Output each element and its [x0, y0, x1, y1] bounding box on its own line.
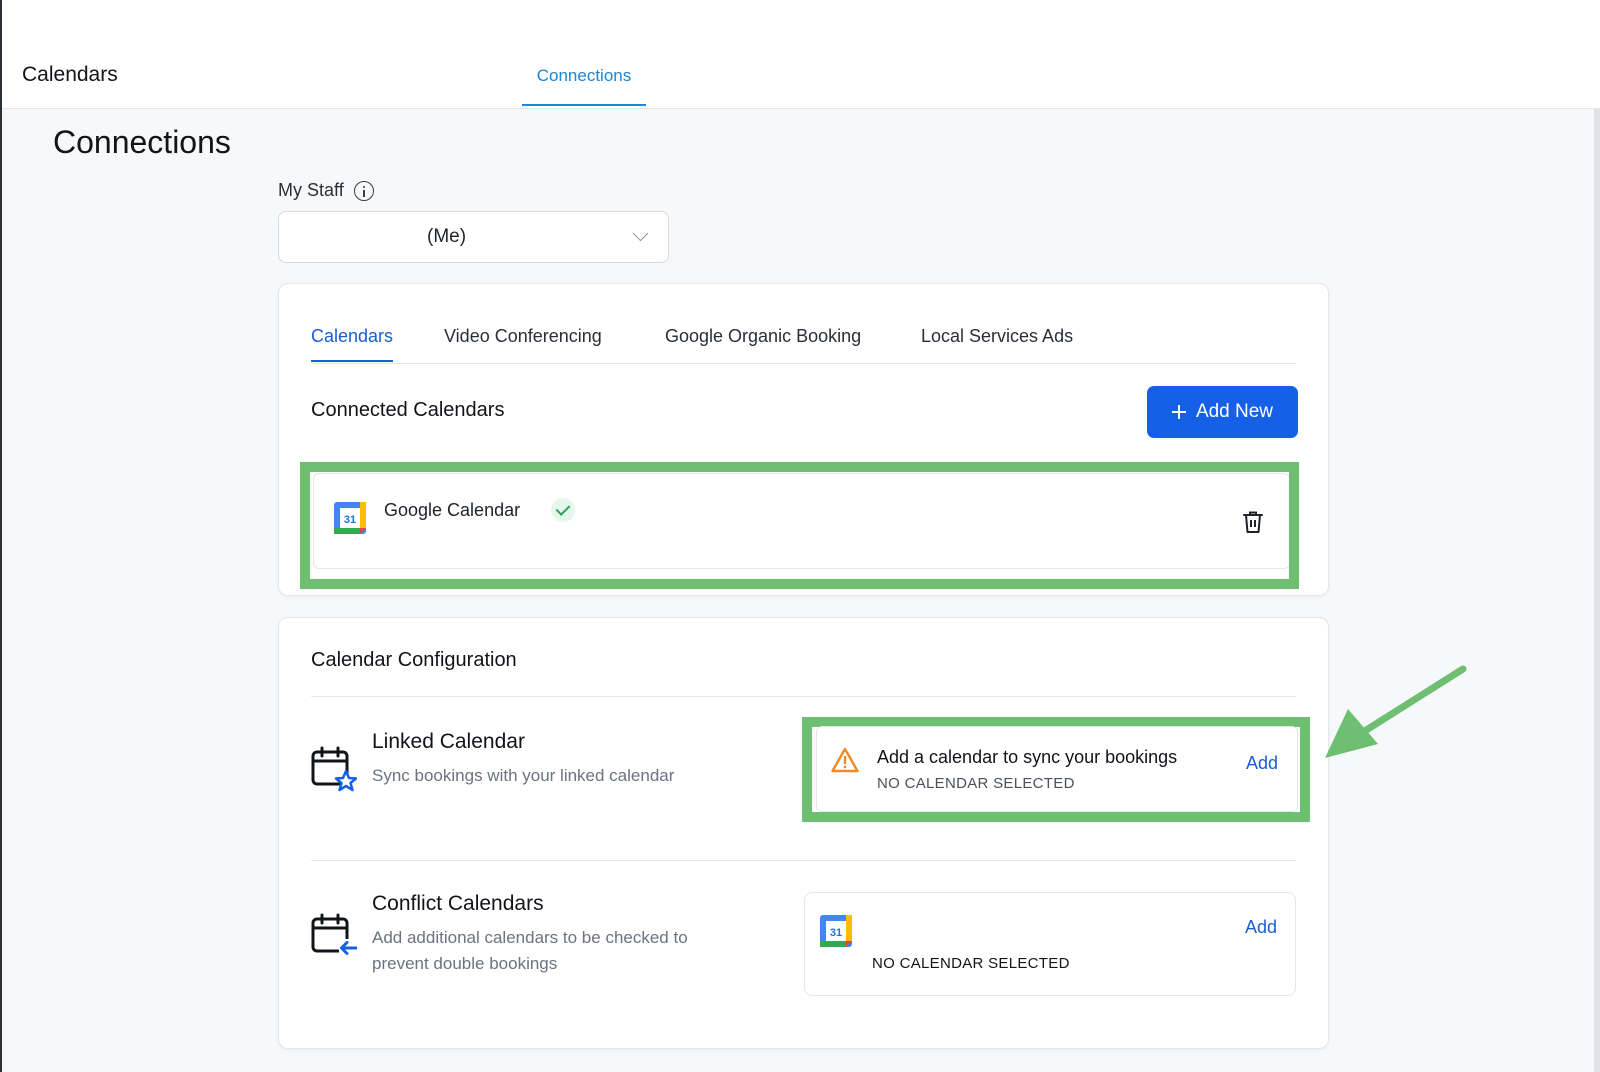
scrollbar[interactable]: [1594, 108, 1600, 1072]
tab-video-conferencing[interactable]: Video Conferencing: [444, 326, 602, 347]
page-title: Connections: [53, 124, 231, 160]
staff-select[interactable]: (Me): [278, 211, 669, 263]
staff-select-value: (Me): [427, 226, 467, 247]
google-calendar-icon: 31: [820, 915, 852, 947]
staff-label: My Staff: [278, 180, 374, 201]
calendar-configuration-title: Calendar Configuration: [311, 649, 517, 671]
add-new-button[interactable]: Add New: [1147, 386, 1298, 438]
settings-tabs: Calendars Video Conferencing Google Orga…: [311, 314, 1296, 364]
linked-calendar-status-text: NO CALENDAR SELECTED: [877, 775, 1075, 792]
window-edge: [0, 0, 2, 1072]
annotation-arrow-icon: [1325, 665, 1467, 758]
tab-connections[interactable]: Connections: [522, 56, 646, 106]
calendar-arrow-icon: [311, 913, 357, 957]
divider: [311, 696, 1296, 697]
divider: [311, 860, 1296, 861]
google-calendar-icon-text: 31: [830, 927, 842, 939]
linked-calendar-status: Add a calendar to sync your bookings NO …: [816, 726, 1298, 812]
add-new-label: Add New: [1195, 401, 1274, 422]
tab-google-organic-booking[interactable]: Google Organic Booking: [665, 326, 861, 347]
conflict-calendars-desc: Add additional calendars to be checked t…: [372, 928, 688, 973]
calendar-star-icon: [311, 746, 357, 792]
conflict-calendars-status: 31 NO CALENDAR SELECTED Add: [804, 892, 1296, 996]
conflict-calendars-status-text: NO CALENDAR SELECTED: [872, 955, 1070, 972]
connected-calendars-title: Connected Calendars: [311, 399, 505, 421]
tab-calendars[interactable]: Calendars: [311, 326, 394, 362]
linked-calendar-message: Add a calendar to sync your bookings: [877, 747, 1178, 767]
tab-local-services-ads[interactable]: Local Services Ads: [921, 326, 1073, 347]
highlight-box: [300, 462, 1299, 589]
plus-icon: [1171, 405, 1186, 419]
chevron-down-icon: [632, 225, 649, 242]
warning-icon: [831, 747, 859, 773]
header-title: Calendars: [22, 63, 118, 86]
staff-label-text: My Staff: [278, 180, 344, 200]
linked-calendar-desc: Sync bookings with your linked calendar: [372, 766, 675, 785]
linked-calendar-add-link[interactable]: Add: [1246, 753, 1278, 774]
conflict-calendars-add-link[interactable]: Add: [1245, 917, 1277, 938]
linked-calendar-title: Linked Calendar: [372, 730, 525, 753]
top-header: Calendars Connections: [2, 0, 1600, 109]
conflict-calendars-title: Conflict Calendars: [372, 892, 544, 915]
info-icon[interactable]: [353, 180, 374, 201]
